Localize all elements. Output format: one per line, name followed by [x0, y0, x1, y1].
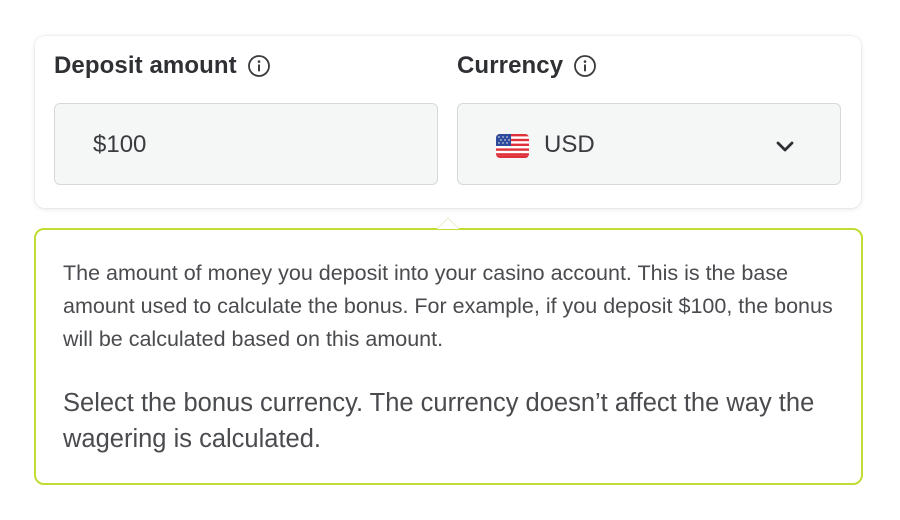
deposit-info-icon[interactable] — [247, 54, 271, 78]
deposit-amount-value: $100 — [93, 131, 147, 158]
tooltip-pointer — [437, 217, 459, 229]
chevron-down-icon — [774, 135, 796, 157]
currency-help-text: Select the bonus currency. The currency … — [63, 389, 815, 453]
deposit-label-row: Deposit amount — [54, 52, 271, 80]
deposit-amount-label: Deposit amount — [54, 52, 237, 79]
deposit-currency-card: Deposit amount $100 Currency USD — [35, 36, 861, 208]
currency-select[interactable]: USD — [457, 103, 841, 185]
us-flag-icon — [496, 134, 529, 158]
currency-label-row: Currency — [457, 52, 597, 80]
bonus-calculator-panel: Deposit amount $100 Currency USD The amo… — [0, 0, 900, 520]
deposit-amount-input[interactable]: $100 — [54, 103, 438, 185]
deposit-help-text: The amount of money you deposit into you… — [63, 261, 833, 351]
currency-label: Currency — [457, 52, 564, 79]
help-tooltip: The amount of money you deposit into you… — [34, 228, 863, 485]
currency-selected-value: USD — [544, 131, 595, 158]
currency-info-icon[interactable] — [573, 54, 597, 78]
